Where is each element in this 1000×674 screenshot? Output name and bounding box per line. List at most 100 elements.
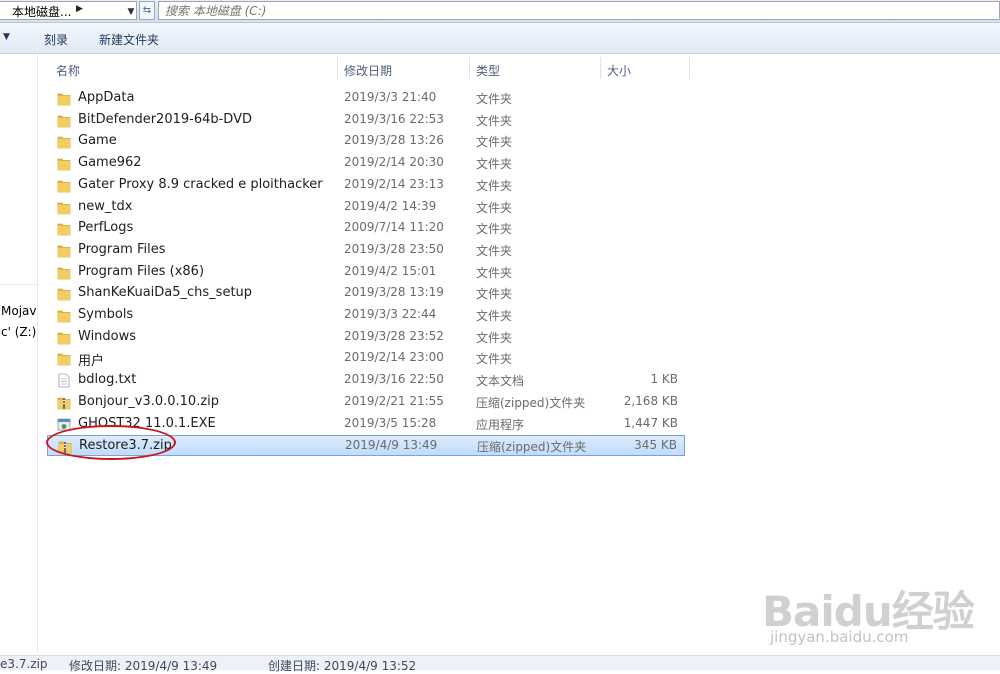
zip-folder-icon [58,439,72,454]
file-row[interactable]: Restore3.7.zip 2019/4/9 13:49 压缩(zipped)文件… [47,435,685,456]
column-divider[interactable] [337,57,338,79]
file-name: Program Files (x86) [78,264,205,279]
column-type[interactable]: 类型 [476,62,500,79]
file-modified: 2019/2/14 23:13 [344,177,444,191]
file-type: 文件夹 [476,201,513,215]
address-bar-area: 本地磁盘... ▶ ▼ ⇆ [0,0,1000,23]
file-size: 345 KB [634,438,677,452]
file-modified: 2019/3/16 22:50 [344,372,444,386]
chevron-down-icon[interactable]: ▼ [125,3,137,22]
file-modified: 2019/3/28 13:19 [344,285,444,299]
file-type: 文件夹 [476,266,513,280]
file-row[interactable]: 用户 2019/2/14 23:00 文件夹 [47,348,685,369]
file-size: 1 KB [650,372,678,386]
file-type: 应用程序 [476,418,525,432]
folder-icon [57,91,71,106]
file-row[interactable]: Program Files (x86) 2019/4/2 15:01 文件夹 [47,262,685,283]
file-name: Game [78,133,117,148]
column-divider[interactable] [689,57,690,79]
file-row[interactable]: new_tdx 2019/4/2 14:39 文件夹 [47,197,685,218]
chevron-right-icon[interactable]: ▶ [76,4,83,14]
file-name: Gater Proxy 8.9 cracked e ploithacker [78,177,323,192]
file-row[interactable]: BitDefender2019-64b-DVD 2019/3/16 22:53 文件… [47,110,685,131]
file-row[interactable]: Windows 2019/3/28 23:52 文件夹 [47,327,685,348]
file-type: 文本文档 [476,374,525,388]
folder-icon [57,200,71,215]
status-modified: 修改日期: 2019/4/9 13:49 [69,659,218,673]
nav-item-drive-z[interactable]: c' (Z:) [1,325,36,339]
exe-icon [57,417,71,432]
file-name: Game962 [78,155,142,170]
folder-icon [57,351,71,366]
zip-folder-icon [57,395,71,410]
watermark-url: jingyan.baidu.com [770,628,909,646]
file-row[interactable]: ShanKeKuaiDa5_chs_setup 2019/3/28 13:19 文件… [47,283,685,304]
file-row[interactable]: GHOST32 11.0.1.EXE 2019/3/5 15:28 应用程序 1,44… [47,414,685,435]
organize-dropdown-icon[interactable]: ▼ [3,32,10,42]
folder-icon [57,113,71,128]
search-box[interactable] [158,1,1000,20]
folder-icon [57,330,71,345]
folder-icon [57,134,71,149]
file-row[interactable]: Game962 2019/2/14 20:30 文件夹 [47,153,685,174]
file-size: 1,447 KB [623,416,678,430]
file-name: PerfLogs [78,220,134,235]
address-bar[interactable]: 本地磁盘... ▶ ▼ [0,1,137,20]
details-bar: e3.7.zip 修改日期: 2019/4/9 13:49 创建日期: 2019… [0,655,1000,673]
watermark-logo: Baidu经验 [762,587,975,636]
file-row[interactable]: PerfLogs 2009/7/14 11:20 文件夹 [47,218,685,239]
file-name: Program Files [78,242,166,257]
file-modified: 2019/2/14 20:30 [344,155,444,169]
column-name[interactable]: 名称 [56,62,80,79]
file-modified: 2019/4/2 14:39 [344,199,437,213]
file-type: 压缩(zipped)文件夹 [476,396,586,410]
file-row[interactable]: bdlog.txt 2019/3/16 22:50 文本文档 1 KB [47,370,685,391]
file-type: 文件夹 [476,92,513,106]
baidu-watermark: Baidu经验 jingyan.baidu.com [762,560,994,655]
file-name: 用户 [78,354,105,369]
file-name: Bonjour_v3.0.0.10.zip [78,394,220,409]
address-path[interactable]: 本地磁盘... [12,3,71,20]
file-name: new_tdx [78,199,133,214]
file-modified: 2009/7/14 11:20 [344,220,444,234]
file-type: 压缩(zipped)文件夹 [477,440,587,454]
file-row[interactable]: AppData 2019/3/3 21:40 文件夹 [47,88,685,109]
file-row[interactable]: Game 2019/3/28 13:26 文件夹 [47,131,685,152]
file-modified: 2019/3/28 13:26 [344,133,444,147]
file-name: Symbols [78,307,134,322]
file-row[interactable]: Bonjour_v3.0.0.10.zip 2019/2/21 21:55 压缩(z… [47,392,685,413]
file-name: Windows [78,329,137,344]
file-name: bdlog.txt [78,372,137,387]
file-row[interactable]: Program Files 2019/3/28 23:50 文件夹 [47,240,685,261]
search-input[interactable] [165,2,985,19]
file-type: 文件夹 [476,244,513,258]
folder-icon [57,308,71,323]
folder-icon [57,156,71,171]
file-row[interactable]: Symbols 2019/3/3 22:44 文件夹 [47,305,685,326]
nav-item-mojave[interactable]: Mojav [1,304,36,318]
file-modified: 2019/3/28 23:50 [344,242,444,256]
file-type: 文件夹 [476,331,513,345]
file-name: AppData [78,90,135,105]
file-type: 文件夹 [476,222,513,236]
refresh-icon[interactable]: ⇆ [139,1,155,20]
nav-divider [0,284,37,285]
folder-icon [57,286,71,301]
file-type: 文件夹 [476,114,513,128]
file-name: GHOST32 11.0.1.EXE [78,416,216,431]
file-type: 文件夹 [476,309,513,323]
column-size[interactable]: 大小 [607,62,631,79]
file-name: ShanKeKuaiDa5_chs_setup [78,285,253,300]
column-divider[interactable] [469,57,470,79]
file-size: 2,168 KB [623,394,678,408]
folder-icon [57,221,71,236]
file-modified: 2019/3/28 23:52 [344,329,444,343]
new-folder-button[interactable]: 新建文件夹 [99,31,159,48]
file-row[interactable]: Gater Proxy 8.9 cracked e ploithacker 201… [47,175,685,196]
column-modified[interactable]: 修改日期 [344,62,392,79]
burn-button[interactable]: 刻录 [44,31,68,48]
folder-icon [57,265,71,280]
column-divider[interactable] [600,57,601,79]
file-type: 文件夹 [476,352,513,366]
text-file-icon [57,373,71,388]
